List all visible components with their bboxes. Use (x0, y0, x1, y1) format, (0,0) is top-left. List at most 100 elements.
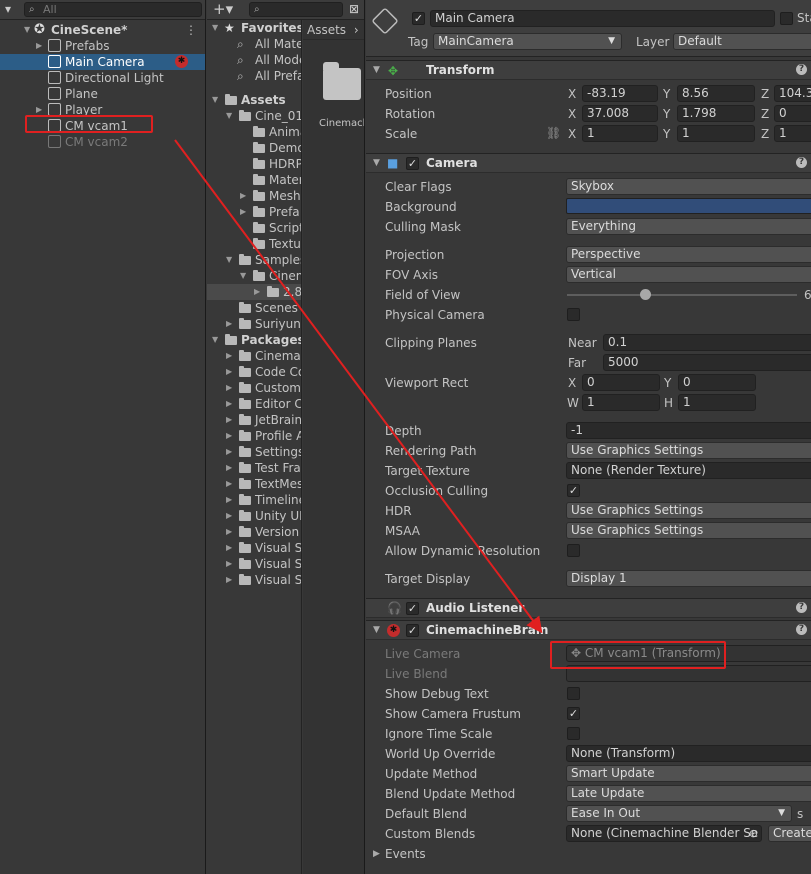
breadcrumb-item[interactable]: Assets (307, 23, 346, 37)
help-icon[interactable]: ? (796, 624, 807, 635)
cinemachine-brain-checkbox[interactable]: ✓ (406, 624, 419, 637)
package-item[interactable]: ▶ Timeline (207, 492, 301, 508)
rendering-path-dropdown[interactable]: Use Graphics Settings (566, 442, 811, 459)
viewport-h-field[interactable]: 1 (678, 394, 756, 411)
target-display-dropdown[interactable]: Display 1 (566, 570, 811, 587)
collapse-arrow-icon[interactable]: ▶ (226, 572, 232, 588)
rotation-y-field[interactable]: 1.798 (677, 105, 755, 122)
collapse-arrow-icon[interactable]: ▶ (226, 524, 232, 540)
allow-dynamic-resolution-checkbox[interactable] (567, 544, 580, 557)
camera-enabled-checkbox[interactable]: ✓ (406, 157, 419, 170)
events-fold-arrow-icon[interactable]: ▶ (373, 849, 380, 859)
create-plus-icon[interactable]: +▾ (213, 2, 233, 17)
folder-item[interactable]: ▼ Cinem (207, 268, 301, 284)
folder-item[interactable]: Anima (207, 124, 301, 140)
folder-item[interactable]: ▶ Prefa (207, 204, 301, 220)
expand-arrow-icon[interactable]: ▼ (226, 252, 232, 268)
collapse-arrow-icon[interactable]: ▶ (226, 428, 232, 444)
collapse-arrow-icon[interactable]: ▶ (226, 444, 232, 460)
filter-icon[interactable]: ⊠ (347, 2, 361, 17)
folder-item[interactable]: Demo (207, 140, 301, 156)
transform-header[interactable]: ▼ ✥ Transform ? (366, 60, 811, 80)
collapse-arrow-icon[interactable]: ▶ (254, 284, 260, 300)
help-icon[interactable]: ? (796, 602, 807, 613)
favorite-item[interactable]: ⌕ All Mate (207, 36, 301, 52)
expand-arrow-icon[interactable]: ▼ (24, 22, 30, 38)
collapse-arrow-icon[interactable]: ▶ (226, 412, 232, 428)
expand-arrow-icon[interactable]: ▼ (212, 92, 218, 108)
scene-row[interactable]: ▼ ✪ CineScene* ⋮ (0, 22, 205, 38)
package-item[interactable]: ▶ Test Fra (207, 460, 301, 476)
background-color-swatch[interactable] (566, 198, 811, 214)
viewport-w-field[interactable]: 1 (582, 394, 660, 411)
audio-listener-header[interactable]: 🎧 ✓ Audio Listener ? (366, 598, 811, 618)
collapse-arrow-icon[interactable]: ▶ (240, 204, 246, 220)
package-item[interactable]: ▶ Version (207, 524, 301, 540)
position-x-field[interactable]: -83.19 (582, 85, 658, 102)
target-texture-field[interactable]: None (Render Texture) (566, 462, 811, 479)
favorites-header[interactable]: ▼ ★ Favorites (207, 20, 301, 36)
tag-dropdown[interactable]: MainCamera ▼ (433, 33, 622, 50)
collapse-arrow-icon[interactable]: ▶ (226, 460, 232, 476)
scale-y-field[interactable]: 1 (677, 125, 755, 142)
hierarchy-item-main-camera[interactable]: Main Camera ✱ (0, 54, 205, 70)
fov-slider-track[interactable] (567, 294, 797, 296)
package-item[interactable]: ▶ Unity UI (207, 508, 301, 524)
position-y-field[interactable]: 8.56 (677, 85, 755, 102)
create-button[interactable]: Create (768, 825, 811, 842)
projection-dropdown[interactable]: Perspective (566, 246, 811, 263)
project-breadcrumb[interactable]: Assets › (303, 20, 364, 40)
expand-arrow-icon[interactable]: ▼ (212, 332, 218, 348)
folder-item-selected[interactable]: ▶ 2.8 (207, 284, 301, 300)
fold-arrow-icon[interactable]: ▼ (373, 158, 380, 168)
show-camera-frustum-checkbox[interactable]: ✓ (567, 707, 580, 720)
expand-arrow-icon[interactable]: ▼ (240, 268, 246, 284)
assets-header[interactable]: ▼ Assets (207, 92, 301, 108)
folder-item[interactable]: HDRP (207, 156, 301, 172)
scale-z-field[interactable]: 1 (774, 125, 811, 142)
package-item[interactable]: ▶ Visual S (207, 540, 301, 556)
link-icon[interactable]: ⛓ (546, 126, 561, 140)
folder-item[interactable]: ▶ Suriyun (207, 316, 301, 332)
more-options-icon[interactable]: ⋮ (185, 22, 197, 38)
rotation-x-field[interactable]: 37.008 (582, 105, 658, 122)
expand-arrow-icon[interactable]: ▼ (226, 108, 232, 124)
folder-item[interactable]: ▶ Mesh (207, 188, 301, 204)
collapse-arrow-icon[interactable]: ▶ (226, 316, 232, 332)
help-icon[interactable]: ? (796, 157, 807, 168)
blend-update-method-dropdown[interactable]: Late Update (566, 785, 811, 802)
viewport-x-field[interactable]: 0 (582, 374, 660, 391)
folder-item[interactable]: ▼ Cine_01 (207, 108, 301, 124)
position-z-field[interactable]: 104.3 (774, 85, 811, 102)
msaa-dropdown[interactable]: Use Graphics Settings (566, 522, 811, 539)
fold-arrow-icon[interactable]: ▼ (373, 625, 380, 635)
audio-listener-checkbox[interactable]: ✓ (406, 602, 419, 615)
object-name-field[interactable]: Main Camera (430, 10, 775, 27)
collapse-arrow-icon[interactable]: ▶ (226, 364, 232, 380)
world-up-override-field[interactable]: None (Transform) (566, 745, 811, 762)
folder-item[interactable]: ▼ Samples (207, 252, 301, 268)
camera-header[interactable]: ▼ ■ ✓ Camera ? (366, 153, 811, 173)
default-blend-dropdown[interactable]: Ease In Out ▼ (566, 805, 792, 822)
cinemachine-brain-header[interactable]: ▼ ✱ ✓ CinemachineBrain ? (366, 620, 811, 640)
occlusion-culling-checkbox[interactable]: ✓ (567, 484, 580, 497)
folder-item[interactable]: Textu (207, 236, 301, 252)
physical-camera-checkbox[interactable] (567, 308, 580, 321)
hierarchy-item-prefabs[interactable]: ▶ Prefabs (0, 38, 205, 54)
collapse-arrow-icon[interactable]: ▶ (226, 508, 232, 524)
hierarchy-item-plane[interactable]: Plane (0, 86, 205, 102)
collapse-arrow-icon[interactable]: ▶ (226, 540, 232, 556)
favorite-item[interactable]: ⌕ All Prefa (207, 68, 301, 84)
collapse-arrow-icon[interactable]: ▶ (226, 396, 232, 412)
asset-folder-cinemachine[interactable] (323, 62, 361, 100)
hierarchy-item-cm-vcam2[interactable]: CM vcam2 (0, 134, 205, 150)
package-item[interactable]: ▶ Editor C (207, 396, 301, 412)
far-field[interactable]: 5000 (603, 354, 811, 371)
help-icon[interactable]: ? (796, 64, 807, 75)
add-menu-icon[interactable]: ▾ (0, 2, 16, 17)
events-label[interactable]: Events (385, 847, 426, 861)
custom-blends-field[interactable]: None (Cinemachine Blender Se ⊙ (566, 825, 762, 842)
active-checkbox[interactable]: ✓ (412, 12, 425, 25)
collapse-arrow-icon[interactable]: ▶ (226, 348, 232, 364)
collapse-arrow-icon[interactable]: ▶ (240, 188, 246, 204)
